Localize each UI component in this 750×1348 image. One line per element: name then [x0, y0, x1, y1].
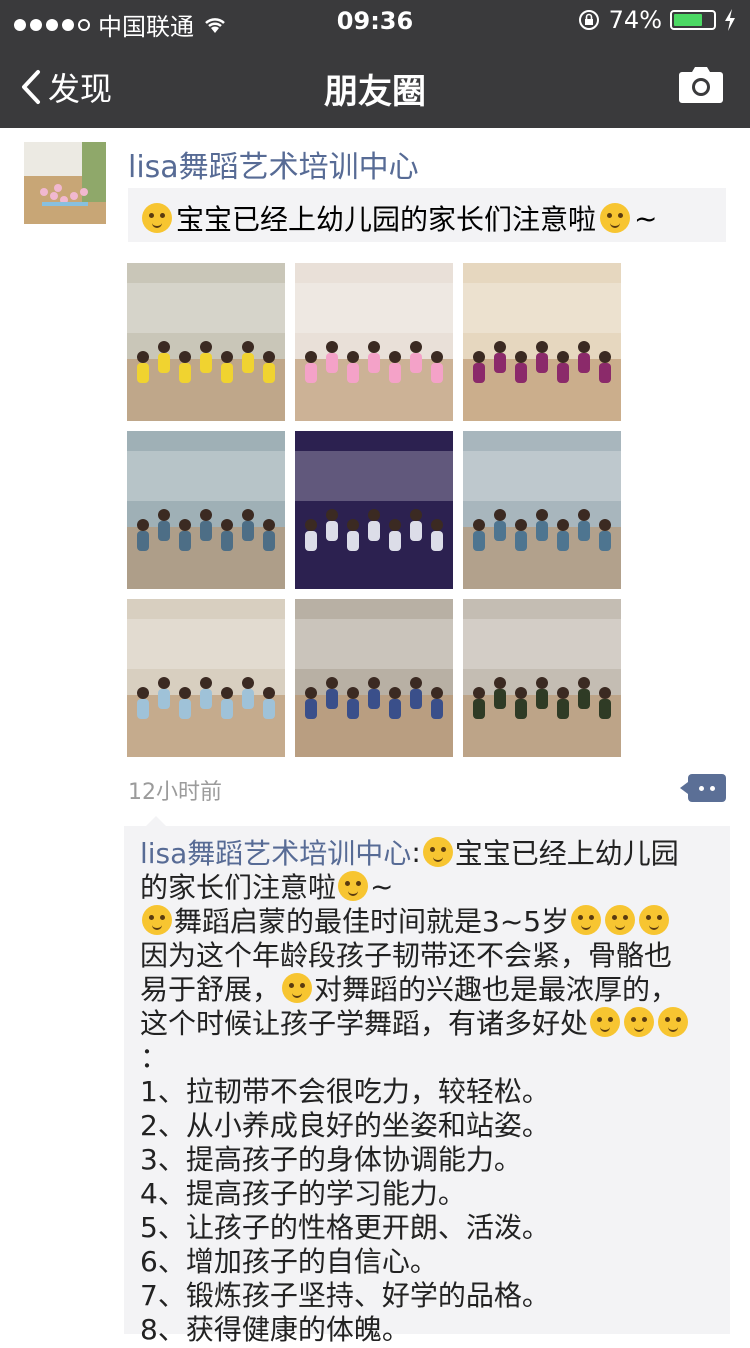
battery-icon — [670, 10, 716, 30]
flushed-emoji-icon — [338, 871, 369, 901]
photo-8[interactable] — [295, 599, 453, 757]
comment-line: 这个时候让孩子学舞蹈，有诸多好处 — [140, 1002, 690, 1042]
giggle-emoji-icon — [658, 1007, 689, 1037]
photo-2[interactable] — [295, 263, 453, 421]
flushed-emoji-icon — [142, 905, 172, 935]
rotation-lock-icon — [578, 10, 599, 30]
scream-emoji-icon — [571, 905, 602, 935]
nav-bar: 发现 朋友圈 — [0, 42, 750, 128]
smirk-emoji-icon — [422, 837, 453, 867]
comment-text: 宝宝已经上幼儿园 — [454, 837, 679, 870]
status-right: 74% — [577, 6, 736, 34]
photo-3[interactable] — [463, 263, 621, 421]
page-title: 朋友圈 — [324, 72, 426, 112]
smirk-emoji-icon — [142, 203, 172, 233]
photo-7[interactable] — [127, 599, 285, 757]
hugging-emoji-icon — [282, 973, 313, 1003]
photo-1[interactable] — [127, 263, 285, 421]
list-item: 8、获得健康的体魄。 — [140, 1313, 410, 1346]
comment-section: lisa舞蹈艺术培训中心 : 宝宝已经上幼儿园 的家长们注意啦 ~ 舞蹈启蒙的最… — [124, 816, 730, 1346]
flushed-emoji-icon — [600, 203, 631, 233]
photo-4[interactable] — [127, 431, 285, 589]
scream-emoji-icon — [639, 905, 670, 935]
comment-separator: : — [411, 835, 421, 869]
comment-text: 这个时候让孩子学舞蹈，有诸多好处 — [140, 1007, 589, 1040]
photo-9[interactable] — [463, 599, 621, 757]
shared-link-card[interactable]: 宝宝已经上幼儿园的家长们注意啦 ~ — [128, 188, 726, 242]
avatar[interactable] — [24, 142, 106, 224]
giggle-emoji-icon — [590, 1007, 621, 1037]
shared-link-title: 宝宝已经上幼儿园的家长们注意啦 — [176, 203, 597, 236]
post-author[interactable]: lisa舞蹈艺术培训中心 — [128, 142, 419, 186]
charging-icon — [725, 9, 735, 31]
giggle-emoji-icon — [624, 1007, 655, 1037]
scream-emoji-icon — [605, 905, 636, 935]
photo-grid — [127, 263, 621, 757]
status-bar: 中国联通 09:36 74% — [0, 0, 750, 42]
photo-5[interactable] — [295, 431, 453, 589]
comment-text: ~ — [370, 869, 394, 903]
comment-button[interactable] — [680, 774, 726, 802]
photo-6[interactable] — [463, 431, 621, 589]
shared-link-suffix: ~ — [634, 201, 658, 235]
battery-percent: 74% — [608, 6, 662, 34]
post-timestamp: 12小时前 — [128, 780, 222, 805]
camera-icon[interactable] — [678, 66, 724, 104]
